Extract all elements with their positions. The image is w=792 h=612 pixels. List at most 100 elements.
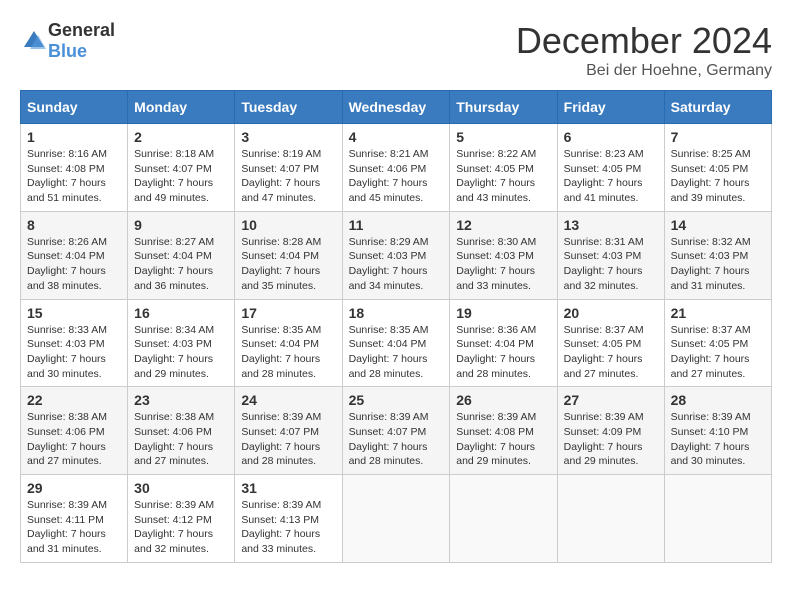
calendar-cell: 5 Sunrise: 8:22 AM Sunset: 4:05 PM Dayli…: [450, 124, 557, 212]
calendar-cell: 27 Sunrise: 8:39 AM Sunset: 4:09 PM Dayl…: [557, 387, 664, 475]
calendar-cell: 26 Sunrise: 8:39 AM Sunset: 4:08 PM Dayl…: [450, 387, 557, 475]
day-info: Sunrise: 8:38 AM Sunset: 4:06 PM Dayligh…: [27, 410, 121, 469]
day-number: 17: [241, 305, 335, 321]
calendar-week-row: 15 Sunrise: 8:33 AM Sunset: 4:03 PM Dayl…: [21, 299, 772, 387]
day-number: 16: [134, 305, 228, 321]
day-info: Sunrise: 8:36 AM Sunset: 4:04 PM Dayligh…: [456, 323, 550, 382]
day-info: Sunrise: 8:35 AM Sunset: 4:04 PM Dayligh…: [241, 323, 335, 382]
calendar-cell: 17 Sunrise: 8:35 AM Sunset: 4:04 PM Dayl…: [235, 299, 342, 387]
day-info: Sunrise: 8:34 AM Sunset: 4:03 PM Dayligh…: [134, 323, 228, 382]
day-number: 7: [671, 129, 765, 145]
day-number: 8: [27, 217, 121, 233]
day-header-thursday: Thursday: [450, 91, 557, 124]
calendar-cell: [557, 475, 664, 563]
day-number: 22: [27, 392, 121, 408]
day-info: Sunrise: 8:39 AM Sunset: 4:07 PM Dayligh…: [241, 410, 335, 469]
logo: General Blue: [20, 20, 115, 62]
day-number: 4: [349, 129, 444, 145]
title-section: December 2024 Bei der Hoehne, Germany: [516, 20, 772, 80]
calendar-cell: 20 Sunrise: 8:37 AM Sunset: 4:05 PM Dayl…: [557, 299, 664, 387]
calendar-cell: 4 Sunrise: 8:21 AM Sunset: 4:06 PM Dayli…: [342, 124, 450, 212]
calendar-cell: 9 Sunrise: 8:27 AM Sunset: 4:04 PM Dayli…: [128, 211, 235, 299]
logo-general: General: [48, 20, 115, 40]
calendar-cell: [342, 475, 450, 563]
calendar-cell: 18 Sunrise: 8:35 AM Sunset: 4:04 PM Dayl…: [342, 299, 450, 387]
calendar-cell: 30 Sunrise: 8:39 AM Sunset: 4:12 PM Dayl…: [128, 475, 235, 563]
day-info: Sunrise: 8:23 AM Sunset: 4:05 PM Dayligh…: [564, 147, 658, 206]
calendar-cell: 3 Sunrise: 8:19 AM Sunset: 4:07 PM Dayli…: [235, 124, 342, 212]
day-info: Sunrise: 8:39 AM Sunset: 4:10 PM Dayligh…: [671, 410, 765, 469]
day-info: Sunrise: 8:16 AM Sunset: 4:08 PM Dayligh…: [27, 147, 121, 206]
day-info: Sunrise: 8:32 AM Sunset: 4:03 PM Dayligh…: [671, 235, 765, 294]
day-number: 2: [134, 129, 228, 145]
calendar-cell: 19 Sunrise: 8:36 AM Sunset: 4:04 PM Dayl…: [450, 299, 557, 387]
day-number: 19: [456, 305, 550, 321]
calendar-week-row: 22 Sunrise: 8:38 AM Sunset: 4:06 PM Dayl…: [21, 387, 772, 475]
day-number: 25: [349, 392, 444, 408]
day-info: Sunrise: 8:21 AM Sunset: 4:06 PM Dayligh…: [349, 147, 444, 206]
calendar-cell: [664, 475, 771, 563]
day-header-sunday: Sunday: [21, 91, 128, 124]
calendar-table: SundayMondayTuesdayWednesdayThursdayFrid…: [20, 90, 772, 563]
day-info: Sunrise: 8:39 AM Sunset: 4:07 PM Dayligh…: [349, 410, 444, 469]
day-info: Sunrise: 8:39 AM Sunset: 4:13 PM Dayligh…: [241, 498, 335, 557]
day-info: Sunrise: 8:39 AM Sunset: 4:11 PM Dayligh…: [27, 498, 121, 557]
day-number: 18: [349, 305, 444, 321]
day-info: Sunrise: 8:33 AM Sunset: 4:03 PM Dayligh…: [27, 323, 121, 382]
calendar-cell: 1 Sunrise: 8:16 AM Sunset: 4:08 PM Dayli…: [21, 124, 128, 212]
day-number: 31: [241, 480, 335, 496]
calendar-cell: 23 Sunrise: 8:38 AM Sunset: 4:06 PM Dayl…: [128, 387, 235, 475]
calendar-cell: 2 Sunrise: 8:18 AM Sunset: 4:07 PM Dayli…: [128, 124, 235, 212]
calendar-cell: 15 Sunrise: 8:33 AM Sunset: 4:03 PM Dayl…: [21, 299, 128, 387]
day-info: Sunrise: 8:25 AM Sunset: 4:05 PM Dayligh…: [671, 147, 765, 206]
calendar-cell: 31 Sunrise: 8:39 AM Sunset: 4:13 PM Dayl…: [235, 475, 342, 563]
calendar-cell: 29 Sunrise: 8:39 AM Sunset: 4:11 PM Dayl…: [21, 475, 128, 563]
day-info: Sunrise: 8:18 AM Sunset: 4:07 PM Dayligh…: [134, 147, 228, 206]
calendar-cell: 12 Sunrise: 8:30 AM Sunset: 4:03 PM Dayl…: [450, 211, 557, 299]
day-number: 13: [564, 217, 658, 233]
day-header-monday: Monday: [128, 91, 235, 124]
day-number: 26: [456, 392, 550, 408]
day-info: Sunrise: 8:39 AM Sunset: 4:08 PM Dayligh…: [456, 410, 550, 469]
day-number: 3: [241, 129, 335, 145]
location-subtitle: Bei der Hoehne, Germany: [516, 62, 772, 80]
day-number: 30: [134, 480, 228, 496]
day-header-tuesday: Tuesday: [235, 91, 342, 124]
month-title: December 2024: [516, 20, 772, 62]
day-info: Sunrise: 8:35 AM Sunset: 4:04 PM Dayligh…: [349, 323, 444, 382]
logo-icon: [20, 27, 48, 55]
calendar-cell: 11 Sunrise: 8:29 AM Sunset: 4:03 PM Dayl…: [342, 211, 450, 299]
day-info: Sunrise: 8:37 AM Sunset: 4:05 PM Dayligh…: [671, 323, 765, 382]
day-info: Sunrise: 8:27 AM Sunset: 4:04 PM Dayligh…: [134, 235, 228, 294]
calendar-cell: 6 Sunrise: 8:23 AM Sunset: 4:05 PM Dayli…: [557, 124, 664, 212]
day-number: 28: [671, 392, 765, 408]
day-info: Sunrise: 8:38 AM Sunset: 4:06 PM Dayligh…: [134, 410, 228, 469]
page-header: General Blue December 2024 Bei der Hoehn…: [20, 20, 772, 80]
day-number: 20: [564, 305, 658, 321]
day-number: 24: [241, 392, 335, 408]
day-number: 27: [564, 392, 658, 408]
day-number: 5: [456, 129, 550, 145]
day-number: 14: [671, 217, 765, 233]
calendar-week-row: 29 Sunrise: 8:39 AM Sunset: 4:11 PM Dayl…: [21, 475, 772, 563]
day-number: 11: [349, 217, 444, 233]
day-info: Sunrise: 8:29 AM Sunset: 4:03 PM Dayligh…: [349, 235, 444, 294]
calendar-week-row: 1 Sunrise: 8:16 AM Sunset: 4:08 PM Dayli…: [21, 124, 772, 212]
calendar-cell: 7 Sunrise: 8:25 AM Sunset: 4:05 PM Dayli…: [664, 124, 771, 212]
calendar-week-row: 8 Sunrise: 8:26 AM Sunset: 4:04 PM Dayli…: [21, 211, 772, 299]
day-info: Sunrise: 8:31 AM Sunset: 4:03 PM Dayligh…: [564, 235, 658, 294]
day-number: 29: [27, 480, 121, 496]
calendar-cell: [450, 475, 557, 563]
calendar-cell: 10 Sunrise: 8:28 AM Sunset: 4:04 PM Dayl…: [235, 211, 342, 299]
calendar-cell: 14 Sunrise: 8:32 AM Sunset: 4:03 PM Dayl…: [664, 211, 771, 299]
day-info: Sunrise: 8:37 AM Sunset: 4:05 PM Dayligh…: [564, 323, 658, 382]
day-number: 1: [27, 129, 121, 145]
calendar-cell: 25 Sunrise: 8:39 AM Sunset: 4:07 PM Dayl…: [342, 387, 450, 475]
calendar-cell: 8 Sunrise: 8:26 AM Sunset: 4:04 PM Dayli…: [21, 211, 128, 299]
day-info: Sunrise: 8:30 AM Sunset: 4:03 PM Dayligh…: [456, 235, 550, 294]
day-info: Sunrise: 8:39 AM Sunset: 4:09 PM Dayligh…: [564, 410, 658, 469]
day-number: 10: [241, 217, 335, 233]
day-info: Sunrise: 8:19 AM Sunset: 4:07 PM Dayligh…: [241, 147, 335, 206]
day-header-wednesday: Wednesday: [342, 91, 450, 124]
day-info: Sunrise: 8:39 AM Sunset: 4:12 PM Dayligh…: [134, 498, 228, 557]
